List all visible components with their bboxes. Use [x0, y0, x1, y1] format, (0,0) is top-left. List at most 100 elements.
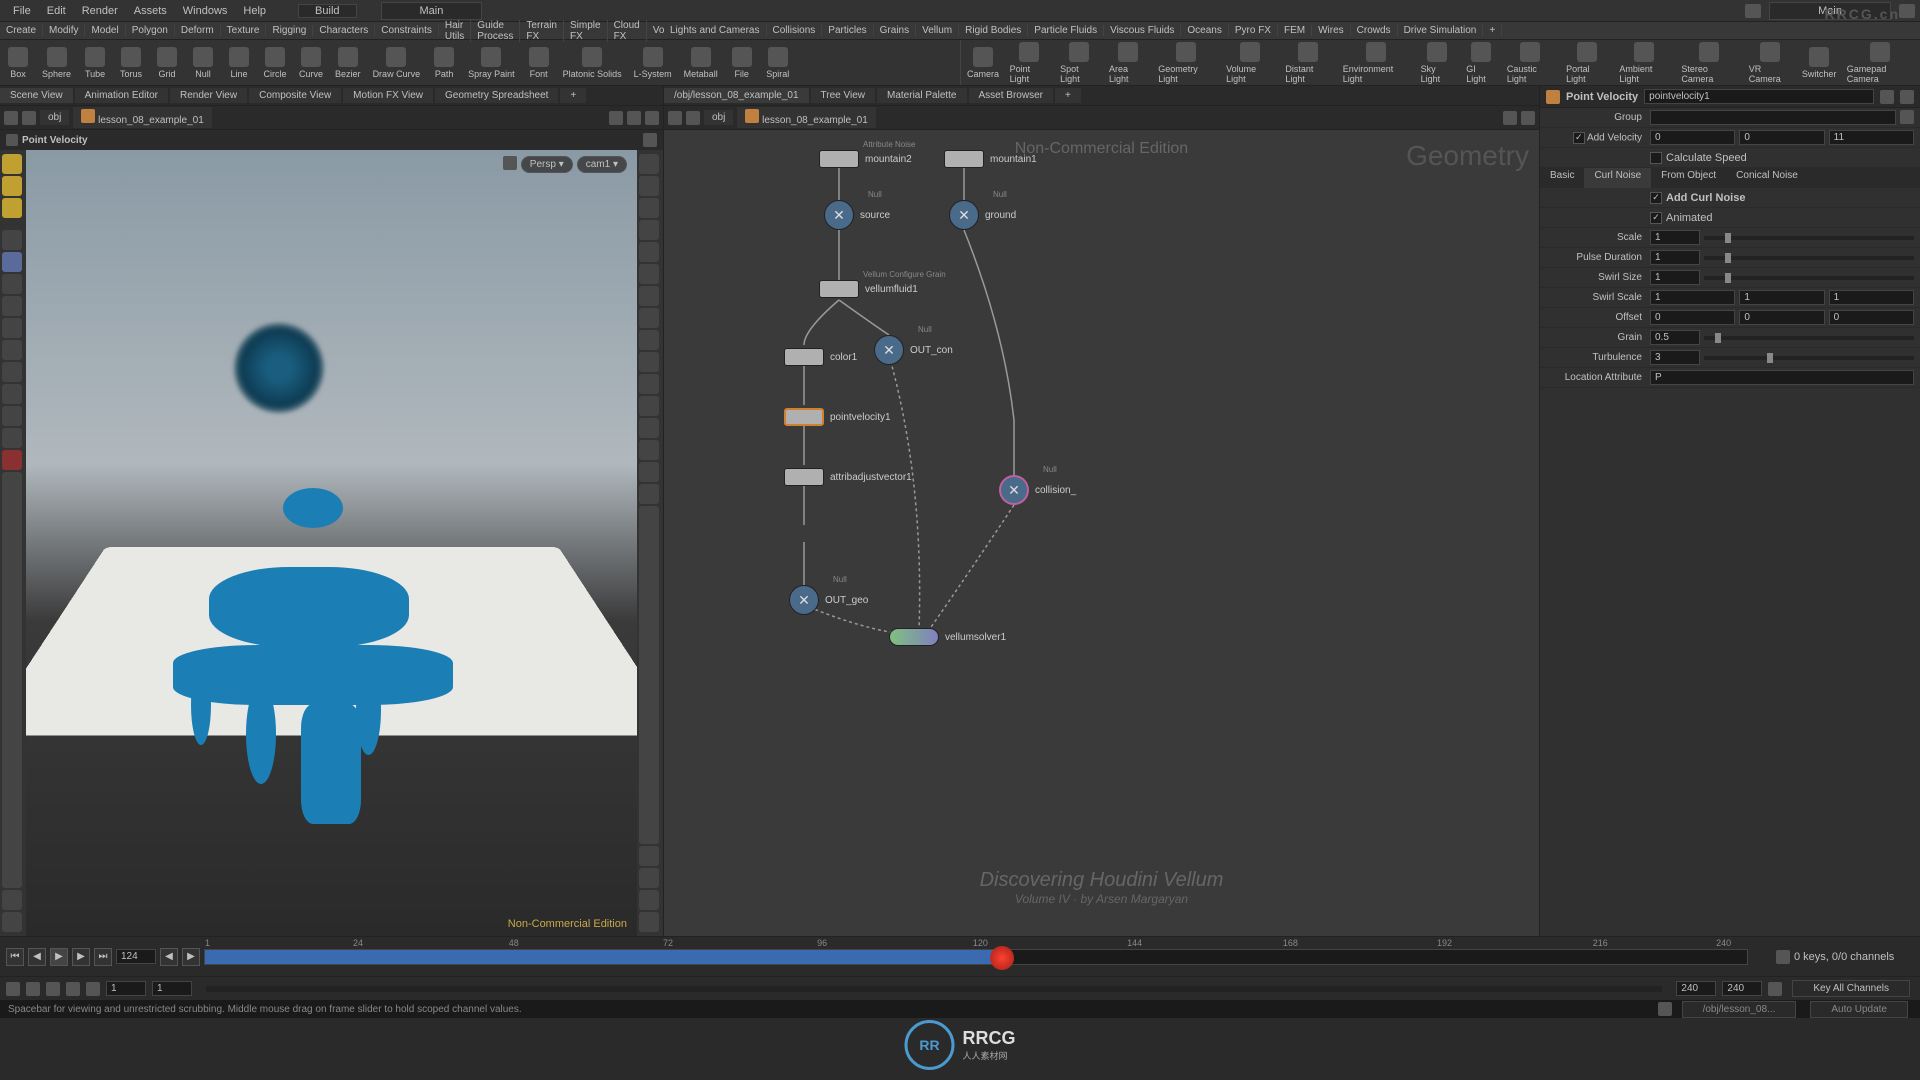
shelf-box[interactable]: Box	[0, 40, 36, 85]
range-rstart[interactable]	[152, 981, 192, 996]
shelf-sphere[interactable]: Sphere	[36, 40, 77, 85]
node-ground[interactable]: ✕groundNull	[949, 200, 1016, 230]
tab-particles[interactable]: Particles	[822, 25, 873, 36]
tab-add[interactable]: +	[1483, 25, 1502, 36]
net-back-icon[interactable]	[668, 111, 682, 125]
node-outcon[interactable]: ✕OUT_conNull	[874, 335, 953, 365]
sr-1[interactable]	[6, 982, 20, 996]
grain-slider[interactable]	[1704, 336, 1914, 340]
shelf-gamepad-camera[interactable]: Gamepad Camera	[1841, 40, 1920, 85]
rt-8[interactable]	[639, 308, 659, 328]
pulse-input[interactable]	[1650, 250, 1700, 265]
network-view[interactable]: Geometry Non-Commercial Edition mountain…	[664, 130, 1539, 936]
shelf-draw-curve[interactable]: Draw Curve	[367, 40, 427, 85]
sscale-y[interactable]	[1739, 290, 1824, 305]
shelf-torus[interactable]: Torus	[113, 40, 149, 85]
addvel-check[interactable]: ✓	[1573, 132, 1585, 144]
node-attribadjust[interactable]: attribadjustvector1	[784, 468, 912, 486]
range-start[interactable]	[106, 981, 146, 996]
param-name-input[interactable]	[1644, 89, 1874, 104]
tool-11[interactable]	[2, 384, 22, 404]
tab-create[interactable]: Create	[0, 25, 43, 36]
status-icon[interactable]	[1658, 1002, 1672, 1016]
calcspeed-check[interactable]	[1650, 152, 1662, 164]
rt-2[interactable]	[639, 176, 659, 196]
tab-hairutils[interactable]: Hair Utils	[439, 20, 471, 42]
net-path-obj[interactable]: obj	[704, 110, 733, 125]
rt-10[interactable]	[639, 352, 659, 372]
lock-icon[interactable]	[503, 156, 517, 170]
tab-viscousfluids[interactable]: Viscous Fluids	[1104, 25, 1181, 36]
tab-guideprocess[interactable]: Guide Process	[471, 20, 520, 42]
shelf-null[interactable]: Null	[185, 40, 221, 85]
offset-y[interactable]	[1739, 310, 1824, 325]
tool-12[interactable]	[2, 406, 22, 426]
tab-wires[interactable]: Wires	[1312, 25, 1351, 36]
shelf-line[interactable]: Line	[221, 40, 257, 85]
shelf-gi-light[interactable]: GI Light	[1460, 40, 1501, 85]
shelf-file[interactable]: File	[724, 40, 760, 85]
net-pin-icon[interactable]	[1503, 111, 1517, 125]
cam-badge[interactable]: cam1 ▾	[577, 156, 627, 173]
tool-14[interactable]	[2, 450, 22, 470]
shelf-geometry-light[interactable]: Geometry Light	[1152, 40, 1220, 85]
ptab-curl[interactable]: Curl Noise	[1584, 168, 1651, 188]
menu-edit[interactable]: Edit	[39, 5, 74, 17]
param-gear-icon[interactable]	[1880, 90, 1894, 104]
play-button[interactable]: ▶	[50, 948, 68, 966]
tab-drivesim[interactable]: Drive Simulation	[1398, 25, 1484, 36]
shelf-caustic-light[interactable]: Caustic Light	[1501, 40, 1560, 85]
shelf-bezier[interactable]: Bezier	[329, 40, 367, 85]
tool-6[interactable]	[2, 274, 22, 294]
playhead-marker[interactable]	[990, 946, 1014, 970]
tab-geospread[interactable]: Geometry Spreadsheet	[435, 88, 558, 103]
tab-deform[interactable]: Deform	[175, 25, 221, 36]
tab-animeditor[interactable]: Animation Editor	[75, 88, 168, 103]
frame-input[interactable]	[116, 949, 156, 964]
sscale-x[interactable]	[1650, 290, 1735, 305]
shelf-spiral[interactable]: Spiral	[760, 40, 796, 85]
loc-input[interactable]	[1650, 370, 1914, 385]
shelf-metaball[interactable]: Metaball	[678, 40, 724, 85]
menu-help[interactable]: Help	[235, 5, 274, 17]
scale-input[interactable]	[1650, 230, 1700, 245]
shelf-path[interactable]: Path	[426, 40, 462, 85]
group-arrow-icon[interactable]	[1900, 110, 1914, 124]
rt-6[interactable]	[639, 264, 659, 284]
sr-4[interactable]	[66, 982, 80, 996]
net-opts-icon[interactable]	[1521, 111, 1535, 125]
ptab-conical[interactable]: Conical Noise	[1726, 168, 1808, 188]
lock-tool[interactable]	[2, 252, 22, 272]
node-source[interactable]: ✕sourceNull	[824, 200, 890, 230]
group-input[interactable]	[1650, 110, 1896, 125]
tool-7[interactable]	[2, 296, 22, 316]
node-pointvelocity1[interactable]: pointvelocity1	[784, 408, 891, 426]
desktop-main[interactable]: Main	[381, 2, 483, 20]
range-end[interactable]	[1676, 981, 1716, 996]
select-tool[interactable]	[2, 154, 22, 174]
tab-model[interactable]: Model	[85, 25, 125, 36]
help-icon[interactable]	[643, 133, 657, 147]
rt-b3[interactable]	[639, 890, 659, 910]
shelf-vr-camera[interactable]: VR Camera	[1743, 40, 1798, 85]
nettab-obj[interactable]: /obj/lesson_08_example_01	[664, 88, 809, 103]
rt-7[interactable]	[639, 286, 659, 306]
tab-renderview[interactable]: Render View	[170, 88, 247, 103]
target-icon[interactable]	[627, 111, 641, 125]
rt-b1[interactable]	[639, 846, 659, 866]
tab-sceneview[interactable]: Scene View	[0, 88, 73, 103]
tab-fem[interactable]: FEM	[1278, 25, 1312, 36]
last-frame-button[interactable]: ⏭	[94, 948, 112, 966]
ptab-fromobj[interactable]: From Object	[1651, 168, 1726, 188]
persp-badge[interactable]: Persp ▾	[521, 156, 573, 173]
shelf-stereo-camera[interactable]: Stereo Camera	[1675, 40, 1742, 85]
shelf-circle[interactable]: Circle	[257, 40, 293, 85]
range-rend[interactable]	[1722, 981, 1762, 996]
net-fwd-icon[interactable]	[686, 111, 700, 125]
turb-input[interactable]	[1650, 350, 1700, 365]
rt-12[interactable]	[639, 396, 659, 416]
rt-11[interactable]	[639, 374, 659, 394]
step-fwd-button[interactable]: ▶	[182, 948, 200, 966]
rt-14[interactable]	[639, 440, 659, 460]
tab-rigging[interactable]: Rigging	[266, 25, 313, 36]
